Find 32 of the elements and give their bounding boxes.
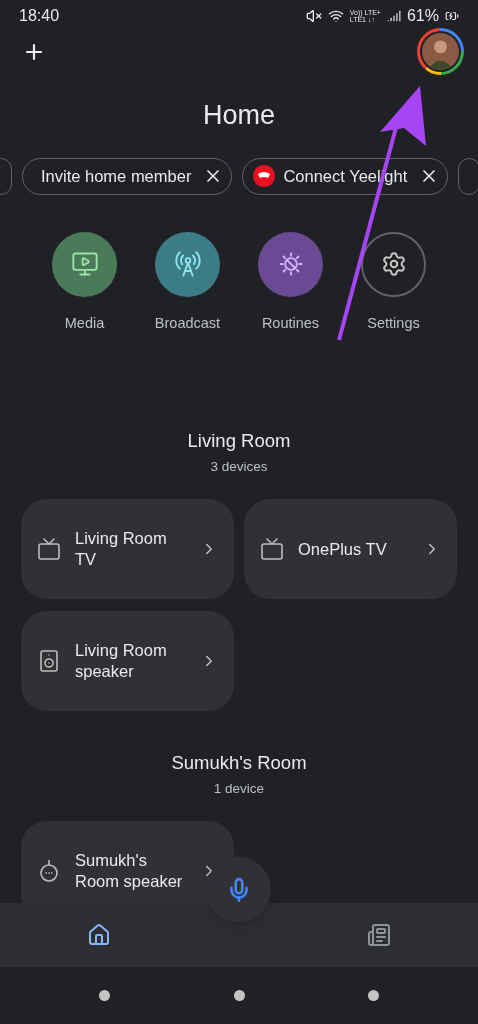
broadcast-icon — [173, 250, 202, 278]
play-screen-icon — [70, 250, 99, 278]
page-title: Home — [203, 99, 275, 132]
tv-icon — [260, 537, 284, 562]
action-button[interactable]: Media — [51, 231, 118, 335]
home-icon — [87, 923, 111, 947]
device-count: 1 device — [213, 780, 265, 798]
battery-percent: 61% — [406, 6, 439, 26]
action-button[interactable]: Settings — [360, 231, 427, 335]
settings-icon — [380, 251, 407, 277]
signal-icon — [386, 9, 401, 23]
nav-tab[interactable] — [86, 922, 112, 948]
device-card[interactable]: Living Room speaker — [21, 611, 234, 712]
device-card[interactable]: Sumukh's Room speaker — [21, 821, 234, 903]
device-card[interactable]: OnePlus TV — [244, 499, 457, 600]
battery-icon — [445, 9, 459, 23]
nav-tab[interactable] — [366, 922, 392, 948]
tv-icon — [37, 537, 61, 562]
status-time: 18:40 — [19, 6, 60, 26]
smart-speaker-icon — [37, 858, 61, 885]
room-title: Sumukh's Room — [171, 751, 307, 776]
action-button[interactable]: Routines — [257, 231, 324, 335]
mute-icon — [305, 8, 322, 24]
speaker-icon — [37, 649, 61, 674]
brand-logo-icon — [253, 165, 276, 187]
room-title: Living Room — [187, 429, 291, 454]
account-avatar[interactable] — [417, 28, 464, 75]
device-count: 3 devices — [210, 458, 268, 476]
action-button[interactable]: Broadcast — [154, 231, 221, 335]
device-card[interactable]: Living Room TV — [21, 499, 234, 600]
feed-icon — [367, 923, 391, 947]
person-silhouette-icon — [422, 33, 459, 70]
